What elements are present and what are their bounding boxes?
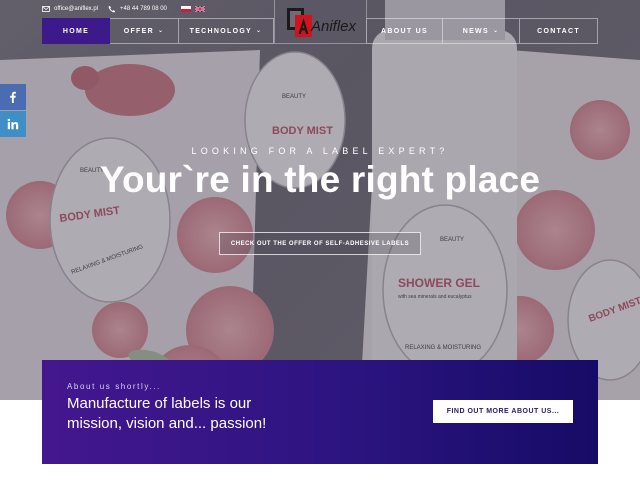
- hero-eyebrow: LOOKING FOR A LABEL EXPERT?: [191, 146, 449, 156]
- chevron-down-icon: ⌄: [492, 28, 500, 34]
- linkedin-icon: [7, 118, 19, 130]
- polish-flag-icon[interactable]: [180, 6, 191, 12]
- nav-item-offer[interactable]: OFFER ⌄: [110, 18, 179, 44]
- nav-item-about-us[interactable]: ABOUT US: [366, 18, 443, 44]
- offer-cta-button[interactable]: CHECK OUT THE OFFER OF SELF-ADHESIVE LAB…: [219, 232, 421, 255]
- nav-item-label: HOME: [62, 27, 90, 35]
- facebook-button[interactable]: [0, 84, 26, 110]
- nav-item-label: TECHNOLOGY: [189, 27, 253, 35]
- nav-item-home[interactable]: HOME: [42, 18, 110, 44]
- chevron-down-icon: ⌄: [157, 28, 165, 34]
- contact-phone-text: +48 44 789 08 00: [120, 6, 167, 12]
- nav-item-news[interactable]: NEWS ⌄: [443, 18, 520, 44]
- about-text: Manufacture of labels is our mission, vi…: [67, 395, 267, 432]
- contact-email-text: office@aniflex.pl: [54, 6, 99, 12]
- contact-topbar: office@aniflex.pl +48 44 789 08 00: [42, 4, 205, 14]
- nav-item-label: ABOUT US: [381, 27, 428, 35]
- about-us-button[interactable]: FIND OUT MORE ABOUT US...: [433, 400, 573, 423]
- linkedin-button[interactable]: [0, 111, 26, 137]
- english-flag-icon[interactable]: [194, 6, 205, 12]
- contact-phone[interactable]: +48 44 789 08 00: [108, 5, 167, 13]
- facebook-icon: [10, 91, 16, 103]
- contact-email[interactable]: office@aniflex.pl: [42, 5, 98, 13]
- logo-mark-icon: [287, 8, 312, 37]
- nav-item-contact[interactable]: CONTACT: [520, 18, 598, 44]
- envelope-icon: [42, 6, 50, 12]
- chevron-down-icon: ⌄: [256, 28, 263, 34]
- site-logo[interactable]: Aniflex: [274, 0, 367, 44]
- about-us-banner: About us shortly... Manufacture of label…: [42, 360, 598, 464]
- about-eyebrow: About us shortly...: [67, 382, 161, 391]
- nav-item-technology[interactable]: TECHNOLOGY ⌄: [179, 18, 274, 44]
- logo-text: Aniflex: [311, 18, 357, 35]
- phone-icon: [108, 5, 116, 13]
- nav-item-label: NEWS: [462, 27, 489, 35]
- nav-item-label: CONTACT: [537, 27, 580, 35]
- nav-item-label: OFFER: [123, 27, 154, 35]
- hero-headline: Your`re in the right place: [99, 159, 541, 200]
